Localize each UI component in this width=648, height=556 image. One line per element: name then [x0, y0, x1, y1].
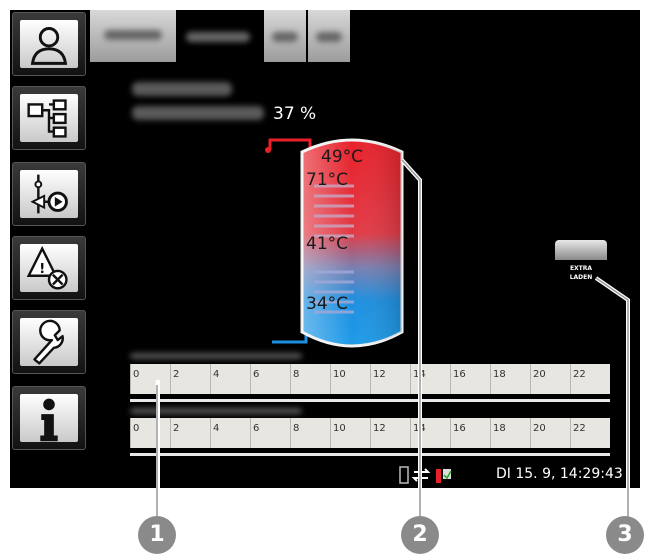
timeline-2-label	[130, 408, 302, 414]
timeline-gridline	[210, 418, 211, 448]
timeline-hour-label: 4	[213, 369, 220, 380]
transfer-arrows-icon	[411, 468, 431, 482]
sidebar-item-info[interactable]	[12, 386, 86, 450]
timeline-2[interactable]: 0 2 4 6 8 10 12 14 16 18 20 22	[130, 418, 610, 448]
timeline-hour-label: 20	[533, 369, 546, 380]
sidebar-item-user[interactable]	[12, 12, 86, 76]
timeline-hour-label: 10	[333, 423, 346, 434]
timeline-1-label	[130, 353, 302, 359]
timeline-gridline	[410, 418, 411, 448]
timeline-gridline	[250, 364, 251, 394]
pump-valve-icon	[30, 174, 68, 214]
timeline-hour-label: 22	[573, 369, 586, 380]
timeline-hour-label: 4	[213, 423, 220, 434]
timeline-hour-label: 0	[133, 369, 140, 380]
timeline-gridline	[290, 364, 291, 394]
timeline-gridline	[250, 418, 251, 448]
tab-3[interactable]	[264, 10, 306, 62]
timeline-gridline	[410, 364, 411, 394]
timeline-hour-label: 16	[453, 423, 466, 434]
temp-upper: 71°C	[306, 170, 349, 190]
callout-3: 3	[606, 516, 644, 554]
callout-2: 2	[401, 516, 439, 554]
wrench-icon	[33, 319, 64, 365]
timeline-hour-label: 10	[333, 369, 346, 380]
timeline-gridline	[490, 418, 491, 448]
timeline-gridline	[130, 364, 131, 394]
timeline-gridline	[370, 364, 371, 394]
user-icon	[30, 27, 68, 65]
timeline-gridline	[170, 418, 171, 448]
timeline-hour-label: 22	[573, 423, 586, 434]
tab-2[interactable]	[178, 10, 262, 62]
timeline-hour-label: 0	[133, 423, 140, 434]
extra-load-label-1: EXTRA	[569, 265, 593, 272]
battery-icon	[399, 466, 409, 484]
blurred-label	[132, 82, 232, 96]
tab-4[interactable]	[308, 10, 350, 62]
timeline-gridline	[290, 418, 291, 448]
timeline-gridline	[450, 418, 451, 448]
timeline-gridline	[530, 364, 531, 394]
timeline-1-bar	[130, 399, 610, 402]
timeline-gridline	[330, 364, 331, 394]
timeline-gridline	[450, 364, 451, 394]
timeline-hour-label: 2	[173, 423, 180, 434]
status-bar: DI 15. 9, 14:29:43	[10, 461, 640, 488]
signal-flag-icon	[436, 469, 452, 483]
tank-level-percent: 37 %	[273, 104, 317, 124]
timeline-gridline	[570, 418, 571, 448]
info-icon	[40, 398, 58, 442]
system-tree-icon	[27, 99, 67, 138]
timeline-gridline	[370, 418, 371, 448]
extra-load-button[interactable]: EXTRA LADEN	[555, 240, 607, 292]
temp-top: 49°C	[321, 147, 364, 167]
timeline-hour-label: 14	[413, 369, 426, 380]
callout-1: 1	[138, 516, 176, 554]
controller-screen: ! 37 % 49°C 71°C 41°C 34°C EXTRA LADEN 0…	[10, 10, 640, 488]
timeline-hour-label: 6	[253, 369, 260, 380]
temp-bottom: 34°C	[306, 294, 349, 314]
timeline-gridline	[210, 364, 211, 394]
temp-middle: 41°C	[306, 234, 349, 254]
extra-load-label-2: LADEN	[569, 274, 593, 281]
timeline-1[interactable]: 0 2 4 6 8 10 12 14 16 18 20 22	[130, 364, 610, 394]
sidebar-item-circuit[interactable]	[12, 162, 86, 226]
timeline-hour-label: 8	[293, 369, 300, 380]
sidebar-item-system-overview[interactable]	[12, 86, 86, 150]
timeline-gridline	[490, 364, 491, 394]
timeline-2-bar	[130, 453, 610, 456]
timeline-hour-label: 8	[293, 423, 300, 434]
timeline-hour-label: 2	[173, 369, 180, 380]
timeline-hour-label: 12	[373, 423, 386, 434]
timeline-hour-label: 12	[373, 369, 386, 380]
timeline-gridline	[130, 418, 131, 448]
svg-text:!: !	[39, 261, 45, 277]
timeline-gridline	[530, 418, 531, 448]
warning-icon: !	[26, 245, 68, 290]
sidebar-item-service[interactable]	[12, 310, 86, 374]
timeline-hour-label: 14	[413, 423, 426, 434]
timeline-hour-label: 18	[493, 423, 506, 434]
datetime: DI 15. 9, 14:29:43	[496, 466, 623, 482]
timeline-gridline	[330, 418, 331, 448]
timeline-hour-label: 6	[253, 423, 260, 434]
sidebar-item-alarms[interactable]: !	[12, 236, 86, 300]
timeline-gridline	[170, 364, 171, 394]
timeline-hour-label: 20	[533, 423, 546, 434]
timeline-hour-label: 18	[493, 369, 506, 380]
blurred-label	[132, 106, 264, 120]
timeline-hour-label: 16	[453, 369, 466, 380]
tab-1[interactable]	[90, 10, 176, 62]
timeline-gridline	[570, 364, 571, 394]
